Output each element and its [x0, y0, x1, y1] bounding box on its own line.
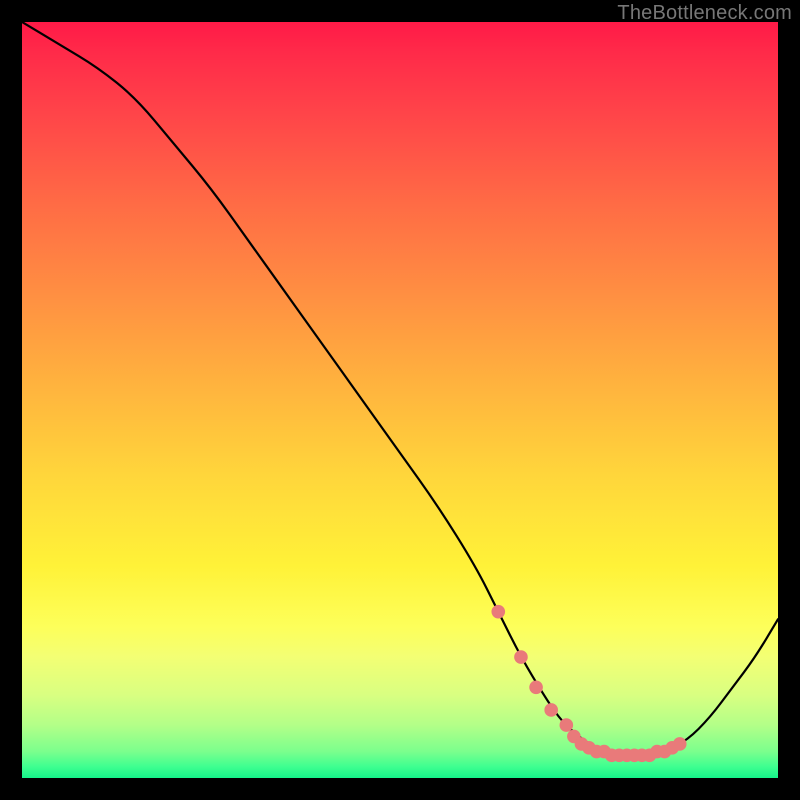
highlight-dot [560, 718, 574, 732]
highlight-dots [491, 605, 686, 762]
chart-svg [22, 22, 778, 778]
chart-frame: TheBottleneck.com [0, 0, 800, 800]
highlight-dot [514, 650, 528, 664]
highlight-dot [544, 703, 558, 717]
highlight-dot [491, 605, 505, 619]
bottleneck-curve [22, 22, 778, 755]
curve-line [22, 22, 778, 755]
plot-area [22, 22, 778, 778]
attribution-label: TheBottleneck.com [617, 2, 792, 25]
highlight-dot [673, 737, 687, 751]
highlight-dot [529, 680, 543, 694]
